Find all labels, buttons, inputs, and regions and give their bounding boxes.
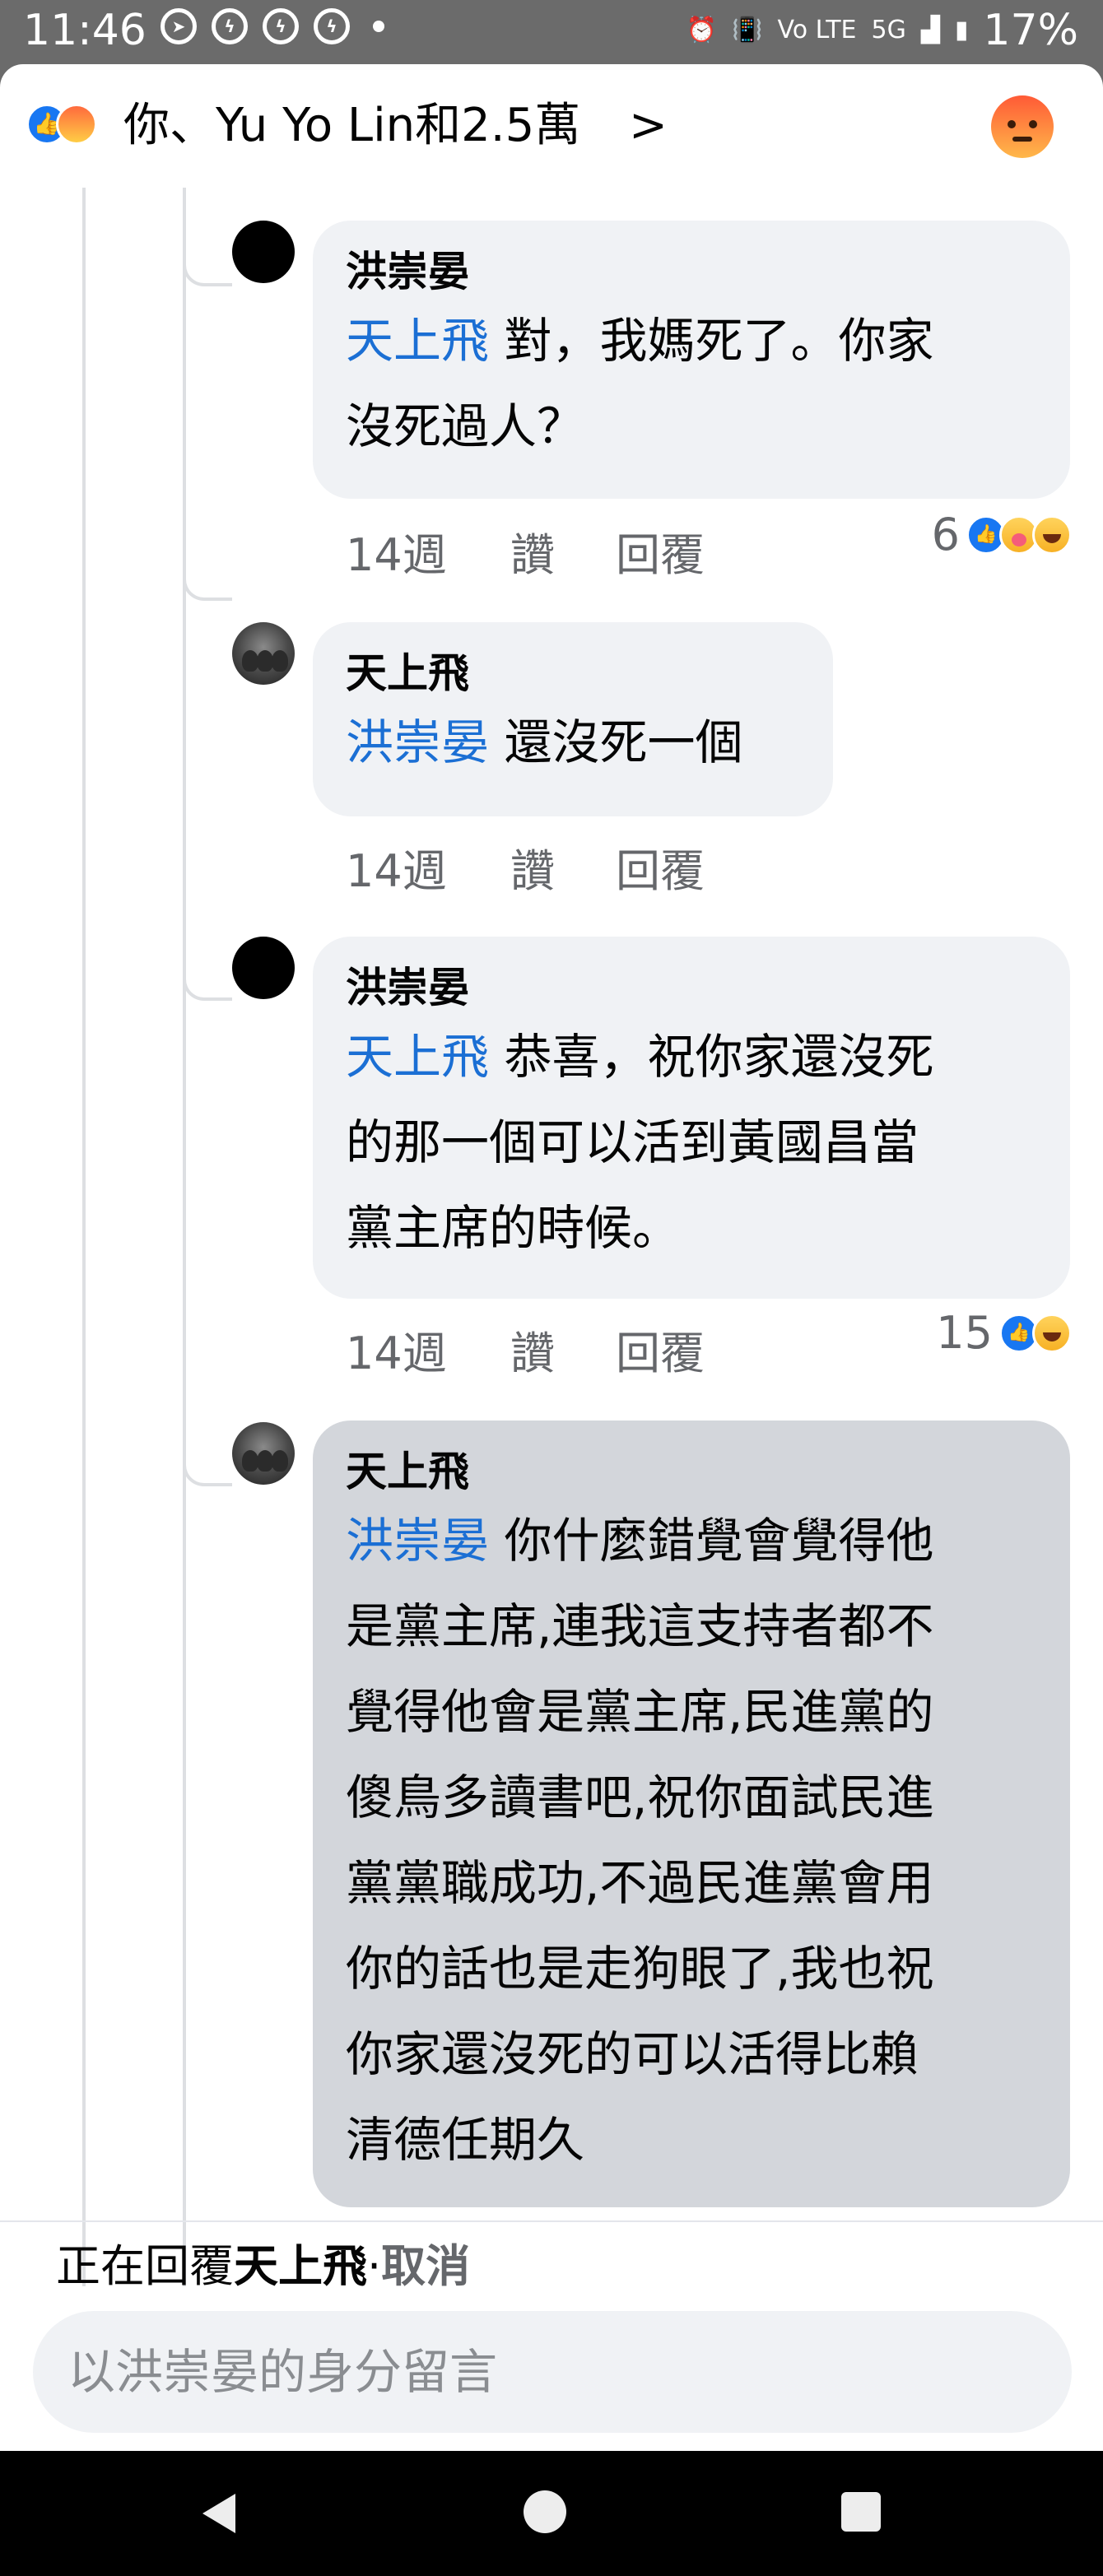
comment-bubble[interactable]: 天上飛 洪崇晏 還沒死一個: [313, 622, 833, 816]
comment-actions: 14週 讚 回覆: [346, 843, 705, 900]
like-button[interactable]: 讚: [510, 1325, 616, 1383]
clock: 11:46: [23, 6, 147, 55]
avatar[interactable]: [232, 1422, 295, 1485]
comment-text: 洪崇晏 你什麼錯覺會覺得他 是黨主席,連我這支持者都不 覺得他會是黨主席,民進黨…: [346, 1513, 934, 2168]
system-icons: ⏰ 📳 Vo LTE 5G ▟ ▮ 17%: [686, 3, 1078, 58]
network-label: 5G: [871, 16, 906, 44]
replying-to-banner: 正在回覆天上飛·取消: [56, 2234, 470, 2299]
avatar[interactable]: [232, 221, 295, 283]
my-reaction-angry-icon[interactable]: [991, 95, 1054, 158]
haha-icon: [1032, 1313, 1072, 1353]
thread-line: [183, 188, 186, 2286]
comment-time[interactable]: 14週: [346, 1325, 510, 1383]
comment-time[interactable]: 14週: [346, 843, 510, 900]
replying-prefix: 正在回覆: [56, 2240, 234, 2292]
avatar[interactable]: [232, 622, 295, 685]
comment-text: 天上飛 對，我媽死了。你家 沒死過人？: [346, 313, 934, 454]
like-button[interactable]: 讚: [510, 843, 616, 900]
comment-text: 洪崇晏 還沒死一個: [346, 714, 743, 770]
mention-link[interactable]: 洪崇晏: [346, 714, 489, 770]
mention-link[interactable]: 天上飛: [346, 313, 489, 369]
telegram-icon: ➤: [161, 8, 197, 44]
replying-target: 天上飛: [234, 2240, 367, 2292]
reaction-count: 15: [936, 1307, 993, 1359]
avatar[interactable]: [232, 937, 295, 999]
reply-connector: [183, 568, 232, 601]
comment-bubble[interactable]: 洪崇晏 天上飛 恭喜，祝你家還沒死 的那一個可以活到黃國昌當 黨主席的時候。: [313, 937, 1070, 1299]
comment-input[interactable]: 以洪崇晏的身分留言: [33, 2311, 1072, 2433]
reaction-count: 6: [931, 509, 960, 560]
comment-text: 天上飛 恭喜，祝你家還沒死 的那一個可以活到黃國昌當 黨主席的時候。: [346, 1029, 934, 1256]
comment-bubble-selected[interactable]: 天上飛 洪崇晏 你什麼錯覺會覺得他 是黨主席,連我這支持者都不 覺得他會是黨主席…: [313, 1421, 1070, 2207]
reply-button[interactable]: 回覆: [616, 843, 705, 900]
haha-icon: [1032, 514, 1072, 555]
recent-apps-icon[interactable]: [841, 2492, 881, 2532]
reply-connector: [183, 1453, 232, 1486]
comment-author[interactable]: 天上飛: [346, 1445, 1037, 1498]
separator: ·: [367, 2240, 382, 2292]
comment-reactions[interactable]: 6 👍: [932, 509, 1072, 560]
comments-sheet: 👍 你、Yu Yo Lin和2.5萬 > 洪崇晏 天上飛 對，我媽死了。你家 沒…: [0, 64, 1103, 2451]
mention-link[interactable]: 洪崇晏: [346, 1513, 489, 1569]
reply-connector: [183, 968, 232, 1001]
divider: [0, 2220, 1103, 2222]
comment-actions: 14週 讚 回覆: [346, 1325, 705, 1383]
thread-line: [82, 188, 86, 2286]
comment-actions: 14週 讚 回覆: [346, 527, 705, 584]
messenger-icon: ϟ: [212, 8, 248, 44]
battery-icon: ▮: [954, 16, 969, 44]
angry-icon: [56, 104, 97, 145]
reactions-header[interactable]: 👍 你、Yu Yo Lin和2.5萬 >: [0, 64, 1103, 188]
header-reaction-icons: 👍: [26, 104, 117, 150]
reply-button[interactable]: 回覆: [616, 1325, 705, 1383]
notification-icons: ➤ ϟ ϟ ϟ: [161, 8, 384, 44]
volte-label: Vo LTE: [777, 16, 857, 44]
comment-author[interactable]: 洪崇晏: [346, 961, 1037, 1014]
vibrate-icon: 📳: [732, 16, 763, 44]
messenger-icon: ϟ: [314, 8, 350, 44]
comment-author[interactable]: 天上飛: [346, 647, 800, 700]
reply-button[interactable]: 回覆: [616, 527, 705, 584]
alarm-icon: ⏰: [686, 16, 718, 44]
status-bar: 11:46 ➤ ϟ ϟ ϟ ⏰ 📳 Vo LTE 5G ▟ ▮ 17%: [0, 0, 1103, 64]
more-notifications-icon: [373, 21, 384, 32]
comment-author[interactable]: 洪崇晏: [346, 245, 1037, 298]
like-button[interactable]: 讚: [510, 527, 616, 584]
cancel-reply-button[interactable]: 取消: [381, 2240, 470, 2292]
chevron-right-icon[interactable]: >: [629, 97, 668, 155]
back-icon[interactable]: [202, 2494, 235, 2533]
comment-reactions[interactable]: 15 👍: [936, 1307, 1072, 1359]
reply-connector: [183, 253, 232, 286]
reactions-summary[interactable]: 你、Yu Yo Lin和2.5萬: [123, 97, 580, 155]
home-icon[interactable]: [524, 2490, 566, 2533]
signal-icon: ▟: [920, 16, 940, 44]
comment-time[interactable]: 14週: [346, 527, 510, 584]
battery-percent: 17%: [983, 6, 1078, 55]
comment-bubble[interactable]: 洪崇晏 天上飛 對，我媽死了。你家 沒死過人？: [313, 221, 1070, 499]
messenger-icon: ϟ: [263, 8, 299, 44]
mention-link[interactable]: 天上飛: [346, 1029, 489, 1085]
navigation-bar: [0, 2451, 1103, 2576]
